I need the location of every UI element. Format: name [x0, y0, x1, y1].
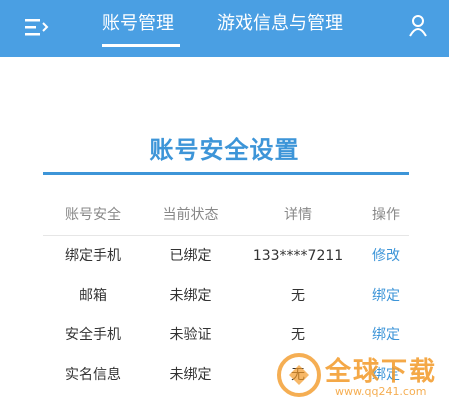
row-bind-phone-status: 已绑定 — [169, 248, 212, 264]
table-divider — [43, 235, 409, 236]
row-email-item: 邮箱 — [79, 288, 107, 304]
column-header-action: 操作 — [372, 207, 400, 223]
column-header-item: 账号安全 — [65, 207, 121, 223]
watermark-url: www.qq241.com — [335, 385, 427, 398]
tab-account-management[interactable]: 账号管理 — [102, 12, 174, 36]
active-tab-indicator — [102, 44, 180, 47]
row-email-status: 未绑定 — [169, 288, 212, 304]
row-email-detail: 无 — [291, 288, 305, 304]
row-security-phone-detail: 无 — [291, 327, 305, 343]
user-icon[interactable] — [404, 12, 432, 40]
menu-icon[interactable] — [22, 15, 50, 39]
modify-phone-link[interactable]: 修改 — [362, 246, 410, 266]
row-bind-phone-item: 绑定手机 — [65, 248, 121, 264]
bind-security-phone-link[interactable]: 绑定 — [362, 325, 410, 345]
top-navigation-bar: 账号管理 游戏信息与管理 — [0, 0, 449, 57]
watermark-text: 全球下载 — [325, 357, 438, 387]
page-title: 账号安全设置 — [149, 136, 300, 164]
column-header-detail: 详情 — [284, 207, 312, 223]
watermark-logo-icon — [277, 353, 321, 397]
title-divider — [43, 172, 409, 175]
row-security-phone-item: 安全手机 — [65, 327, 121, 343]
row-real-name-status: 未绑定 — [169, 367, 212, 383]
bind-email-link[interactable]: 绑定 — [362, 286, 410, 306]
site-watermark: 全球下载 www.qq241.com — [273, 345, 449, 405]
row-security-phone-status: 未验证 — [169, 327, 212, 343]
row-bind-phone-detail: 133****7211 — [252, 248, 344, 264]
column-header-status: 当前状态 — [162, 207, 219, 223]
row-real-name-item: 实名信息 — [65, 367, 121, 383]
tab-game-info-management[interactable]: 游戏信息与管理 — [217, 12, 343, 36]
